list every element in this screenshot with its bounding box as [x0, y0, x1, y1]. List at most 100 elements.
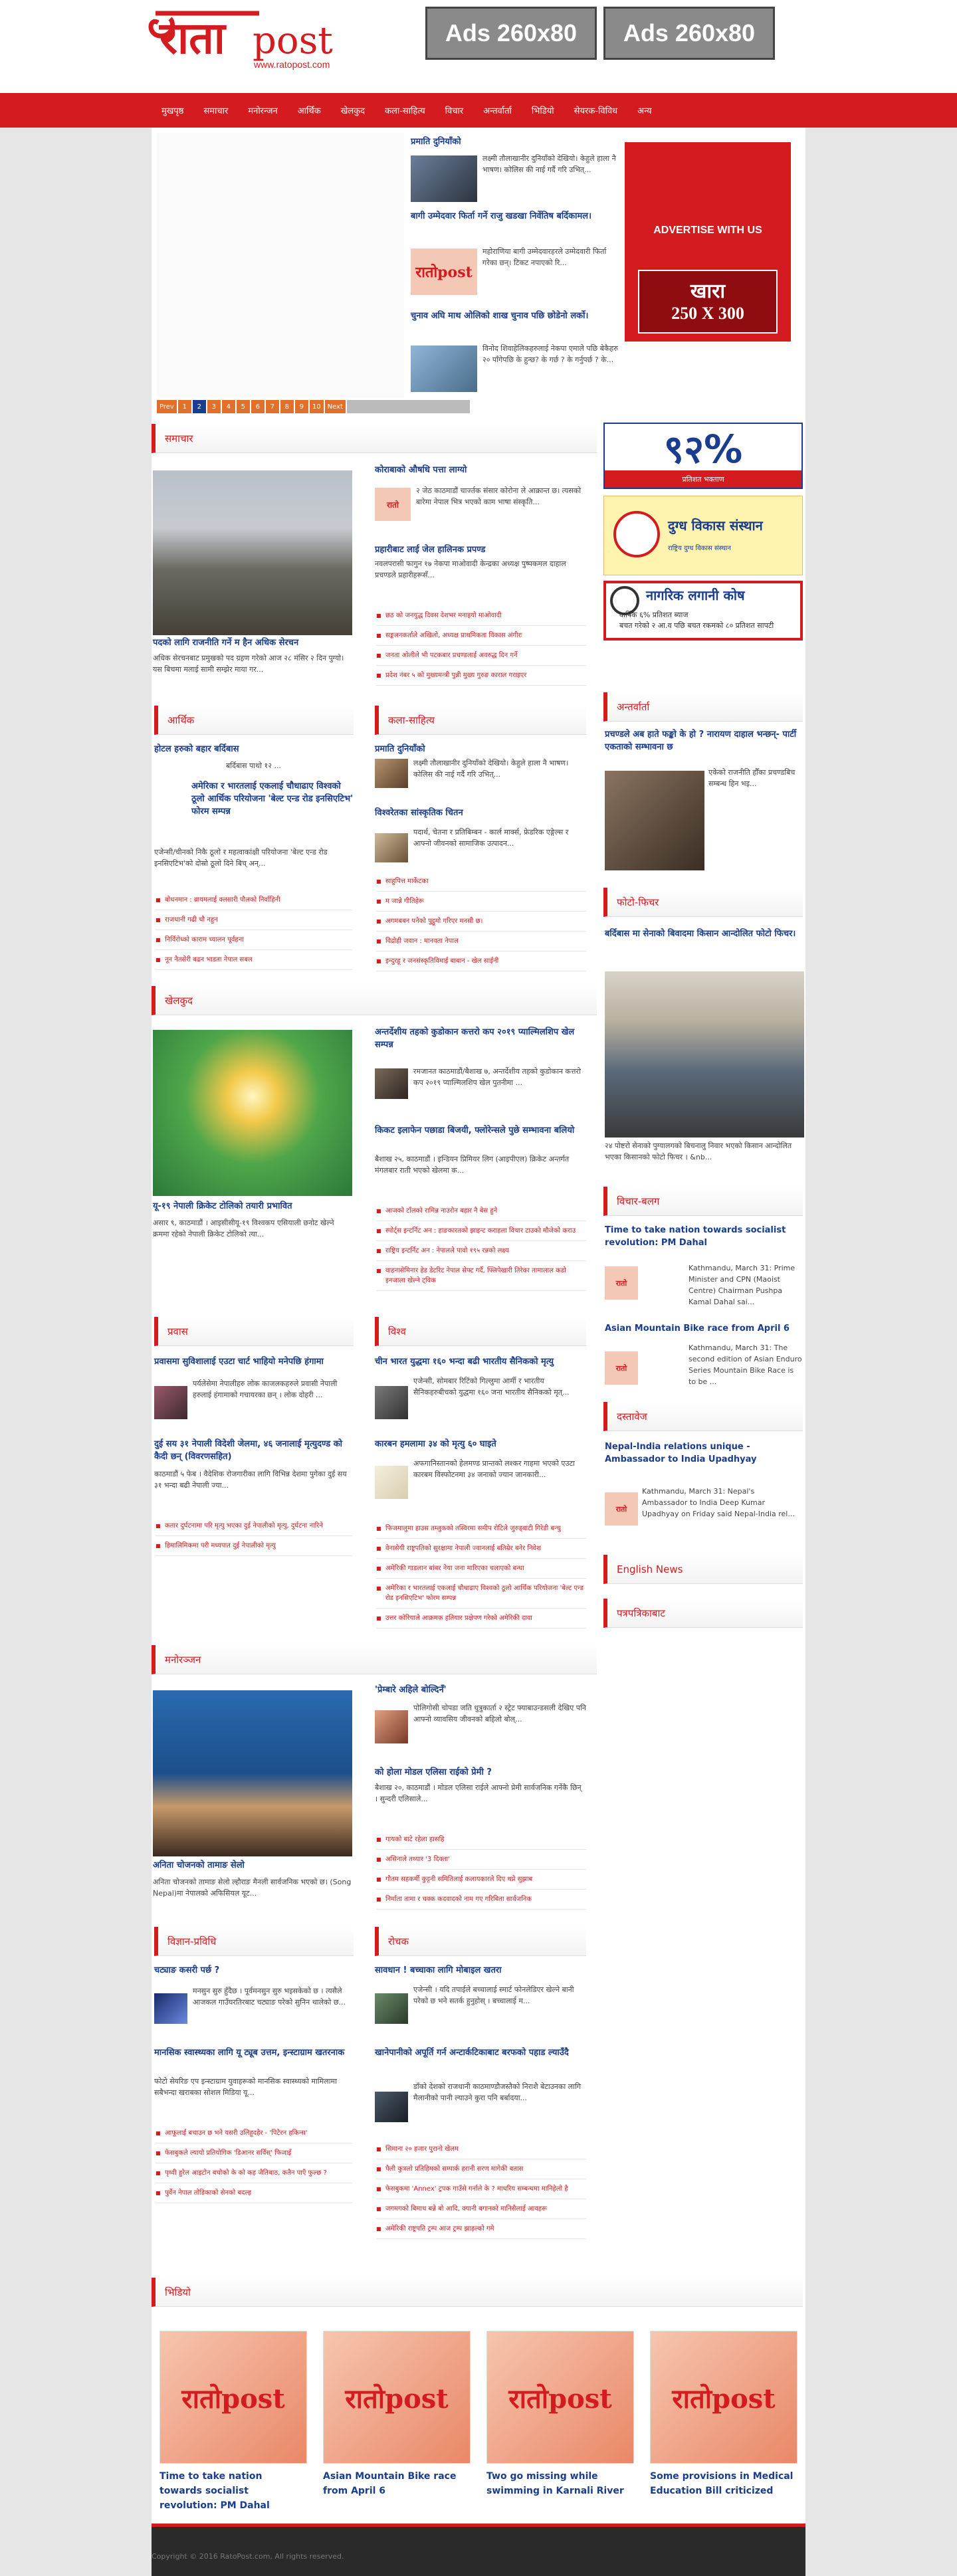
rochak-item2-thumb[interactable] [375, 2092, 408, 2122]
list-item[interactable]: राजधानी गढी चौ नहुन [156, 910, 352, 930]
list-item[interactable]: अमेरिका र भारतलाई एकलाई चौधाढाए विश्वको … [376, 1579, 586, 1609]
video-card[interactable]: रातोpost Two go missing while swimming in… [486, 2331, 634, 2498]
vigyan-item2-title[interactable]: मानसिक स्वास्थ्यका लागि यू ट्यूब उत्तम, … [154, 2046, 354, 2059]
list-item[interactable]: स्पोर्ट्स इन्टर्निट अन : हाङकारतको झाइन्… [376, 1221, 586, 1241]
vigyan-item1-title[interactable]: चट्याङ कसरी पर्छ ? [154, 1964, 354, 1977]
list-item[interactable]: नून नैतसेरी बढन भाडता नेपाल सबल [156, 950, 352, 970]
nav-item[interactable]: भिडियो [522, 104, 564, 116]
video-card[interactable]: रातोpost Some provisions in Medical Educa… [650, 2331, 798, 2498]
kala-item2-title[interactable]: विश्वरेतका सांस्कृतिक चितन [375, 807, 586, 819]
rochak-item1-thumb[interactable] [375, 1993, 408, 2024]
nav-item[interactable]: सेयरक-विविध [564, 104, 628, 116]
bichar-item1-title[interactable]: Time to take nation towards socialist re… [605, 1224, 801, 1249]
photo-feature-title[interactable]: बर्दिबास मा सेनाको बिवादमा किसान आन्दोलि… [605, 928, 801, 940]
bichar-item2-title[interactable]: Asian Mountain Bike race from April 6 [605, 1322, 801, 1335]
bichar-item1-thumb[interactable]: रातो [605, 1266, 638, 1300]
pager-button[interactable]: 8 [280, 400, 294, 413]
pager-button[interactable]: Next [324, 400, 346, 413]
pager-button[interactable]: 6 [251, 400, 265, 413]
samachar-lead-title[interactable]: पदको लागि राजनीति गर्ने म हैन अधिक सेरचन [153, 637, 352, 649]
slider-item-title[interactable]: प्रमाति दुनियाँको [411, 136, 610, 148]
manoranjan-item1-title[interactable]: 'प्रेम्बारे अहिले बोल्दिनँ' [375, 1684, 586, 1696]
list-item[interactable]: फेसबुकले ल्यायो प्रतियोगिक 'डिआनर सर्विस… [156, 2143, 352, 2163]
list-item[interactable]: अमेरिकी राष्ट्रपति ट्रम्प आज ट्रम्प झाड़… [376, 2219, 586, 2239]
khelkud-lead-photo[interactable] [153, 1030, 352, 1196]
slider-item-3[interactable]: चुनाव अघि माथ ओलिको शाख चुनाव पछि छोडेनो… [411, 310, 618, 392]
list-item[interactable]: असिनाले तथ्यार '3 दिक्ता' [376, 1850, 586, 1870]
bishwa-item1-title[interactable]: चीन भारत युद्धमा १६० भन्दा बढी भारतीय सै… [375, 1355, 586, 1368]
list-item[interactable]: पैली कुत्रलो प्रतिहिमको सम्पार्क हरानी स… [376, 2159, 586, 2179]
samachar-lead-photo[interactable] [153, 470, 352, 635]
header-ad-2[interactable]: Ads 260x80 [603, 7, 775, 60]
header-ad-1[interactable]: Ads 260x80 [425, 7, 597, 60]
list-item[interactable]: विद्रोही जवान : मानवता नेपाल [376, 932, 586, 951]
pager-button[interactable]: 2 [192, 400, 206, 413]
list-item[interactable]: वाहनासेमिनार हेड डेटरिट नेपाल सेफ्ट गर्द… [376, 1261, 586, 1291]
list-item[interactable]: जनता ओलीले भी पटकबार प्रचण्डलाई अवरुद्ध … [376, 646, 586, 666]
slider-thumb[interactable]: रातोpost [411, 248, 477, 295]
khelkud-item2-title[interactable]: किकट इलाफेन पछाडा बिजयी, फ्लोरेन्सले पुछ… [375, 1124, 586, 1137]
video-thumbnail[interactable]: रातोpost [160, 2331, 307, 2464]
slider-main[interactable] [157, 133, 404, 397]
list-item[interactable]: पृथ्वी हुरेल आइटोन बचोको के को कह जैतिबा… [156, 2163, 352, 2183]
nav-item[interactable]: खेलकुद [331, 104, 375, 116]
list-item[interactable]: उत्तर कोरियाले आक्रमक हतियार प्रक्षेपण ग… [376, 1609, 586, 1629]
list-item[interactable]: प्रदेश नंबर ५ को मुख्यमन्त्री पुन्नी मुख… [376, 666, 586, 686]
pager-button[interactable]: 4 [221, 400, 235, 413]
list-item[interactable]: छठ को जनयुद्ध दिवस देशभर मनाइयो माओवादी [376, 606, 586, 626]
list-item[interactable]: राष्ट्रिय इन्टर्निट अन : नेपालले पावो १९… [376, 1241, 586, 1261]
kala-item1-thumb[interactable] [375, 759, 408, 788]
list-item[interactable]: जगमगको बिमाथ बन्ने बो आदि, क्यानी बगानको… [376, 2199, 586, 2219]
dastabej-thumb[interactable]: रातो [605, 1492, 638, 1526]
prabas-item2-title[interactable]: दुई सय ३१ नेपाली विदेशी जेलमा, ४६ जनालाई… [154, 1438, 354, 1463]
photo-feature-photo[interactable] [605, 971, 804, 1138]
antarbarta-photo[interactable] [605, 771, 704, 870]
list-item[interactable]: म जान्ने गीतिहेरू [376, 892, 586, 912]
list-item[interactable]: अमेरिकी गाडलान बांबर नेया जना मारिएका चल… [376, 1559, 586, 1579]
nav-item[interactable]: अन्तर्वार्ता [473, 104, 522, 116]
list-item[interactable]: गौतम सहकर्मी कुट्टनी समितिलाई कलायकारले … [376, 1870, 586, 1890]
nav-item[interactable]: मुखपृष्ठ [152, 104, 193, 116]
video-thumbnail[interactable]: रातोpost [650, 2331, 798, 2464]
vigyan-item1-thumb[interactable] [154, 1993, 187, 2024]
list-item[interactable]: गायको बाटे रहेला हासहि [376, 1830, 586, 1850]
manoranjan-lead-title[interactable]: अनिता चोजनको तामाङ सेलो [153, 1859, 352, 1872]
list-item[interactable]: वेनासेयी राष्ट्रपतिको सुरक्षामा नेपाली ज… [376, 1539, 586, 1559]
side-banner-dairy[interactable]: दुग्ध विकास संस्थान राष्ट्रिय दुग्ध विका… [603, 496, 803, 575]
pager-button[interactable]: 5 [236, 400, 250, 413]
list-item[interactable]: अगमबबन पनेको पुट्ठूमो गरिएर मनसी छ। [376, 912, 586, 932]
nav-item[interactable]: विचार [435, 104, 474, 116]
kala-item1-title[interactable]: प्रमाति दुनियाँको [375, 743, 586, 755]
list-item[interactable]: बोधनमान : ब्रायमलाई क्लसारी पौलको निर्वा… [156, 890, 352, 910]
pager-button[interactable]: 9 [294, 400, 308, 413]
slider-item-1[interactable]: प्रमाति दुनियाँको लक्ष्मी तौलाखानीर दुनि… [411, 136, 616, 202]
nav-item[interactable]: समाचार [193, 104, 238, 116]
side-banner-pct[interactable]: ९२% प्रतिशत भक्ताण [603, 423, 803, 489]
list-item[interactable]: साहुपित्त मार्केटका [376, 872, 586, 892]
video-title[interactable]: Asian Mountain Bike race from April 6 [323, 2469, 471, 2498]
site-logo[interactable]: राता post www.ratopost.com [146, 4, 366, 81]
prabas-item1-title[interactable]: प्रवासमा सुविशालाई एउटा चार्ट भाहियो मने… [154, 1355, 354, 1368]
pager-button[interactable]: 1 [177, 400, 191, 413]
side-banner-kosh[interactable]: नागरिक लगानी कोष वार्षिक ६% प्रतिशत ब्या… [603, 581, 803, 641]
slider-thumb[interactable] [411, 346, 477, 392]
arthik-item1-title[interactable]: होटल हरुको बहार बर्दिबास [154, 743, 354, 755]
samachar-right-title[interactable]: कोराबाको औषधि पत्ता लाग्यो [375, 464, 587, 476]
video-card[interactable]: रातोpost Asian Mountain Bike race from Ap… [323, 2331, 471, 2498]
khelkud-item1-title[interactable]: अन्तर्देशीय तहको कुडोकान कत्तरो कप २०१९ … [375, 1026, 586, 1051]
video-thumbnail[interactable]: रातोpost [486, 2331, 634, 2464]
rochak-item2-title[interactable]: खानेपानीको अपूर्ति गर्न अन्टार्कटिकाबाट … [375, 2046, 586, 2059]
video-title[interactable]: Time to take nation towards socialist re… [160, 2469, 307, 2513]
arthik-item2-title[interactable]: अमेरिका र भारतलाई एकलाई चौधाढाए विश्वको … [154, 780, 354, 818]
list-item[interactable]: सङ्कलनकर्ताले अखिलो, अध्यक्ष प्राथमिकता … [376, 626, 586, 646]
bichar-item2-thumb[interactable]: रातो [605, 1351, 638, 1385]
khelkud-lead-title[interactable]: यू-१९ नेपाली क्रिकेट टोलिको तयारी प्रभाव… [153, 1200, 352, 1213]
list-item[interactable]: कतार दुर्घटनामा परि मृत्यु भएका दुई नेपा… [156, 1516, 352, 1536]
bishwa-item2-title[interactable]: कारबन हमलामा ३४ को मृत्यु ६० घाइते [375, 1438, 586, 1450]
video-title[interactable]: Two go missing while swimming in Karnali… [486, 2469, 634, 2498]
antarbarta-lead-title[interactable]: प्रचण्डले अब हाते फङ्को के हो ? नारायण द… [605, 728, 801, 753]
khelkud-item1-thumb[interactable] [375, 1068, 408, 1099]
video-title[interactable]: Some provisions in Medical Education Bil… [650, 2469, 798, 2498]
pager-button[interactable]: 3 [207, 400, 221, 413]
pager-button[interactable]: 10 [309, 400, 324, 413]
